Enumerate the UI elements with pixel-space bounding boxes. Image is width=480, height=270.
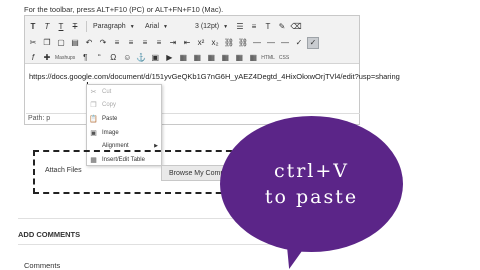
text-color-icon[interactable]: T [262, 21, 274, 33]
list-icon[interactable]: ☰ [234, 21, 246, 33]
spellcheck-dropdown-icon[interactable]: ✓ [307, 36, 319, 49]
superscript-icon[interactable]: x² [195, 37, 207, 49]
comments-label: Comments [24, 261, 61, 270]
toolbar-row-2: ✂ ❐ ▢ ▤ ↶ ↷ ≡ ≡ ≡ ≡ ⇥ ⇤ x² x₂ ⛓ ⛓ — — — … [27, 35, 321, 50]
smiley-icon[interactable]: ☺ [121, 52, 133, 64]
chevron-right-icon: ▶ [154, 143, 158, 150]
highlight-icon[interactable]: ✎ [276, 21, 288, 33]
editor-toolbar: T T T T Paragraph ▼ Arial ▼ 3 (12pt) ▼ ☰ ≡ … [25, 16, 359, 64]
context-menu-cut[interactable]: ✂ Cut [87, 85, 161, 99]
table-icon[interactable]: ▦ [177, 52, 189, 64]
image-icon: ▣ [90, 129, 97, 137]
redo-icon[interactable]: ↷ [97, 37, 109, 49]
chevron-down-icon: ▼ [163, 23, 168, 30]
minus-icon[interactable]: — [279, 37, 291, 49]
italic-icon[interactable]: T [41, 21, 53, 33]
unlink-icon[interactable]: ⛓ [237, 37, 249, 49]
editor-content[interactable]: https://docs.google.com/document/d/151yv… [29, 72, 400, 81]
align-right-icon[interactable]: ≡ [139, 37, 151, 49]
context-menu-copy[interactable]: ❐ Copy [87, 99, 161, 113]
context-menu-cut-label: Cut [102, 88, 112, 95]
speech-bubble-line-2: to paste [264, 186, 359, 208]
omega-icon[interactable]: Ω [107, 52, 119, 64]
paragraph-icon[interactable]: ¶ [79, 52, 91, 64]
mashups-icon[interactable]: ✚ [41, 52, 53, 64]
table-merge-icon[interactable]: ▦ [219, 52, 231, 64]
text-editor[interactable]: T T T T Paragraph ▼ Arial ▼ 3 (12pt) ▼ ☰ ≡ … [24, 15, 400, 125]
toolbar-hint: For the toolbar, press ALT+F10 (PC) or A… [24, 5, 224, 14]
image-icon[interactable]: ▣ [149, 52, 161, 64]
outdent-icon[interactable]: ⇤ [181, 37, 193, 49]
table-split-icon[interactable]: ▦ [233, 52, 245, 64]
context-menu-image[interactable]: ▣ Image [87, 126, 161, 140]
spellcheck-icon[interactable]: ✓ [293, 37, 305, 49]
font-size-select[interactable]: 3 (12pt) ▼ [192, 21, 234, 33]
speech-bubble-line-1: ctrl+V [273, 160, 350, 182]
horizontal-rule-icon[interactable]: — [251, 37, 263, 49]
numbered-list-icon[interactable]: ≡ [248, 21, 260, 33]
table-delete-icon[interactable]: ▦ [247, 52, 259, 64]
chevron-down-icon: ▼ [129, 23, 135, 30]
justify-icon[interactable]: ≡ [153, 37, 165, 49]
strikethrough-icon[interactable]: T [69, 21, 81, 33]
function-icon[interactable]: f [27, 52, 39, 64]
toolbar-divider [86, 21, 87, 32]
align-left-icon[interactable]: ≡ [111, 37, 123, 49]
table-row-icon[interactable]: ▦ [191, 52, 203, 64]
paragraph-select-label: Paragraph [93, 23, 126, 30]
font-size-select-label: 3 (12pt) [195, 23, 220, 30]
add-comments-heading: ADD COMMENTS [18, 230, 81, 239]
anchor-icon[interactable]: ⚓ [135, 52, 147, 64]
attach-files-label: Attach Files [45, 167, 82, 174]
font-select[interactable]: Arial ▼ [142, 21, 192, 33]
copy-icon: ❐ [90, 102, 97, 110]
scissors-icon[interactable]: ✂ [27, 37, 39, 49]
toolbar-row-3: f ✚ Mashups ¶ “ Ω ☺ ⚓ ▣ ▶ ▦ ▦ ▦ ▦ ▦ ▦ HT… [27, 50, 293, 65]
underline-icon[interactable]: T [55, 21, 67, 33]
table-col-icon[interactable]: ▦ [205, 52, 217, 64]
chevron-down-icon: ▼ [223, 23, 229, 30]
quote-icon[interactable]: “ [93, 52, 105, 64]
context-menu-alignment-label: Alignment [102, 143, 129, 150]
paste-icon: 📋 [89, 115, 98, 123]
paragraph-select[interactable]: Paragraph ▼ [90, 21, 142, 33]
mashups-label[interactable]: Mashups [55, 55, 75, 61]
indent-icon[interactable]: ⇥ [167, 37, 179, 49]
paste-text-icon[interactable]: ▤ [69, 37, 81, 49]
copy-icon[interactable]: ❐ [41, 37, 53, 49]
context-menu-paste-label: Paste [102, 115, 118, 122]
font-select-label: Arial [145, 23, 160, 30]
paste-icon[interactable]: ▢ [55, 37, 67, 49]
align-center-icon[interactable]: ≡ [125, 37, 137, 49]
toolbar-row-1: T T T T Paragraph ▼ Arial ▼ 3 (12pt) ▼ ☰ ≡ … [27, 19, 304, 34]
media-icon[interactable]: ▶ [163, 52, 175, 64]
eraser-icon[interactable]: ⌫ [290, 21, 302, 33]
css-button[interactable]: CSS [279, 55, 289, 61]
scissors-icon: ✂ [90, 88, 97, 96]
context-menu-paste[interactable]: 📋 Paste [87, 112, 161, 126]
blockquote-icon[interactable]: — [265, 37, 277, 49]
context-menu-copy-label: Copy [102, 102, 117, 109]
speech-bubble-text: ctrl+V to paste [220, 158, 403, 210]
context-menu-image-label: Image [102, 129, 119, 136]
subscript-icon[interactable]: x₂ [209, 37, 221, 49]
bold-icon[interactable]: T [27, 21, 39, 33]
undo-icon[interactable]: ↶ [83, 37, 95, 49]
link-icon[interactable]: ⛓ [223, 37, 235, 49]
html-button[interactable]: HTML [261, 55, 275, 61]
